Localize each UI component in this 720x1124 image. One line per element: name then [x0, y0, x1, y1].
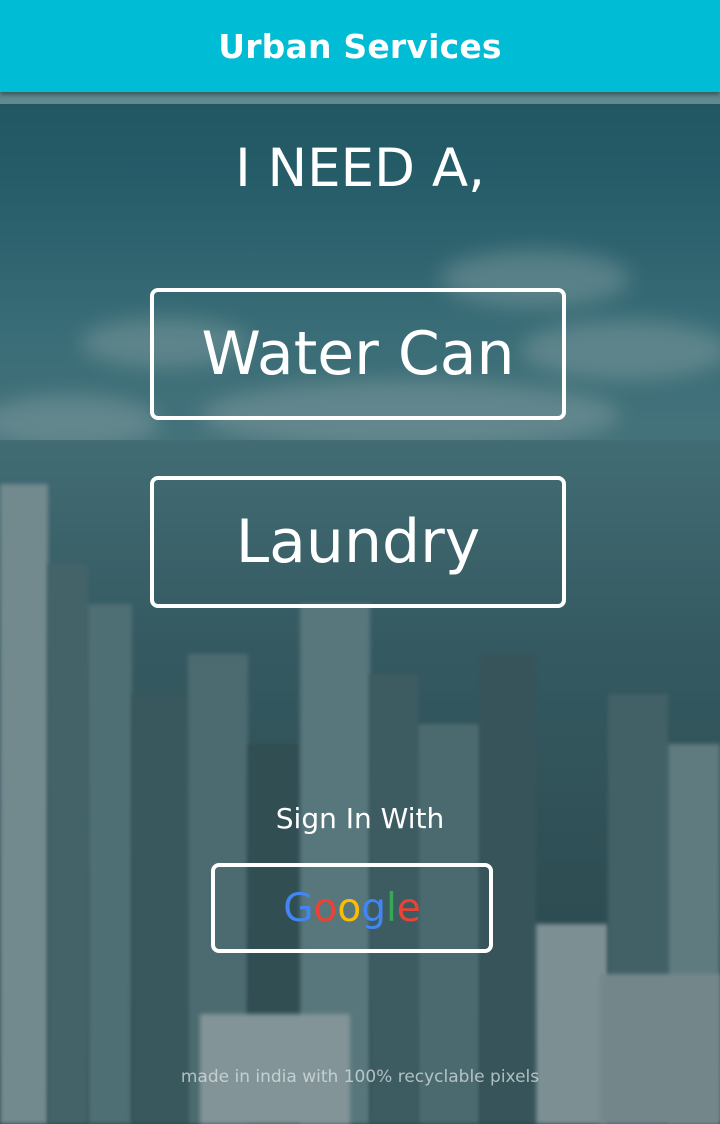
- header-shadow-band: [0, 92, 720, 104]
- app-header: Urban Services: [0, 0, 720, 92]
- water-can-button[interactable]: Water Can: [150, 288, 566, 420]
- app-title: Urban Services: [218, 26, 502, 66]
- google-letter: e: [396, 885, 421, 931]
- footer-tagline: made in india with 100% recyclable pixel…: [180, 1067, 540, 1087]
- laundry-button[interactable]: Laundry: [150, 476, 566, 608]
- google-letter: g: [361, 885, 386, 931]
- google-logo-text: Google: [283, 886, 421, 931]
- screen: Urban Services I NEED A, Water Can Laund…: [0, 0, 720, 1124]
- google-letter: G: [283, 885, 314, 931]
- page-headline: I NEED A,: [235, 138, 485, 199]
- google-letter: l: [385, 885, 397, 931]
- google-letter: o: [337, 885, 362, 931]
- sign-in-label: Sign In With: [275, 802, 445, 835]
- laundry-label: Laundry: [235, 507, 481, 577]
- water-can-label: Water Can: [201, 319, 515, 389]
- google-letter: o: [313, 885, 338, 931]
- google-sign-in-button[interactable]: Google: [211, 863, 493, 953]
